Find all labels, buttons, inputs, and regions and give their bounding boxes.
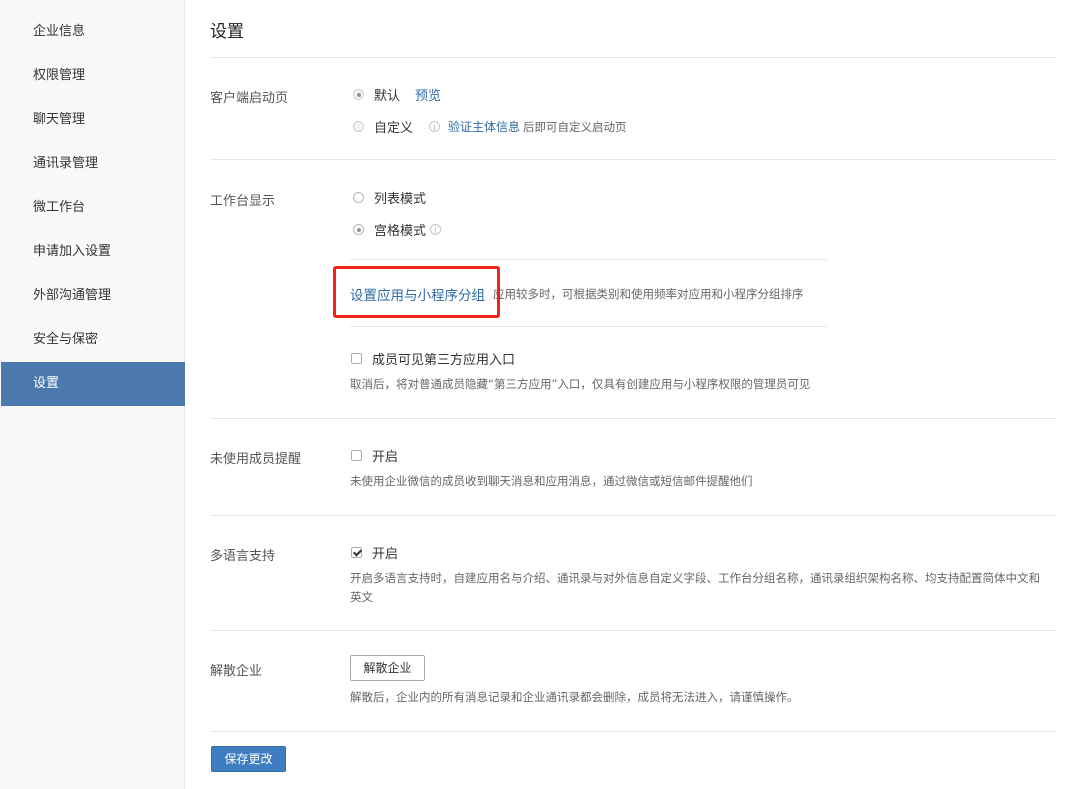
radio-list-mode-option[interactable]: 列表模式	[353, 188, 426, 207]
group-desc: 应用较多时，可根据类别和使用频率对应用和小程序分组排序	[493, 287, 804, 301]
sidebar-item-settings[interactable]: 设置	[1, 362, 185, 406]
radio-custom-option[interactable]: 自定义 i 验证主体信息 后即可自定义启动页	[353, 117, 627, 136]
sidebar-item-chat-management[interactable]: 聊天管理	[1, 98, 185, 142]
verify-suffix-text: 后即可自定义启动页	[523, 119, 627, 134]
sidebar-item-join-settings[interactable]: 申请加入设置	[1, 230, 185, 274]
multilang-checkbox[interactable]	[351, 547, 362, 558]
divider	[210, 630, 1056, 631]
multilang-enable-label: 开启	[372, 547, 399, 562]
highlight-box	[333, 266, 500, 318]
divider	[210, 731, 1056, 732]
radio-grid-mode-option[interactable]: 宫格模式 i	[353, 220, 442, 239]
custom-label: 自定义	[374, 121, 414, 136]
unused-reminder-desc: 未使用企业微信的成员收到聊天消息和应用消息，通过微信或短信邮件提醒他们	[350, 474, 753, 488]
list-mode-radio[interactable]	[353, 192, 364, 203]
multilang-desc: 开启多语言支持时，自建应用名与介绍、通讯录与对外信息自定义字段、工作台分组名称，…	[350, 571, 1040, 604]
third-party-desc: 取消后，将对普通成员隐藏“第三方应用”入口，仅具有创建应用与小程序权限的管理员可…	[350, 377, 811, 391]
divider	[210, 159, 1056, 160]
dissolve-desc: 解散后，企业内的所有消息记录和企业通讯录都会删除，成员将无法进入，请谨慎操作。	[350, 690, 799, 704]
info-icon: i	[430, 224, 442, 235]
info-icon: i	[429, 121, 441, 132]
divider	[210, 57, 1056, 58]
custom-radio[interactable]	[353, 121, 364, 132]
list-mode-label: 列表模式	[374, 192, 427, 207]
verify-entity-link[interactable]: 验证主体信息	[448, 118, 520, 135]
sidebar-item-external-communication[interactable]: 外部沟通管理	[1, 274, 185, 318]
dissolve-company-button[interactable]: 解散企业	[350, 655, 425, 681]
unused-reminder-option[interactable]: 开启	[351, 446, 398, 465]
third-party-checkbox[interactable]	[351, 353, 362, 364]
default-label: 默认	[374, 89, 401, 104]
third-party-label: 成员可见第三方应用入口	[372, 353, 516, 368]
sidebar-item-workbench[interactable]: 微工作台	[1, 186, 185, 230]
multilang-option[interactable]: 开启	[351, 543, 398, 562]
grid-mode-label: 宫格模式	[374, 224, 427, 239]
page-title: 设置	[210, 22, 244, 42]
third-party-entry-option[interactable]: 成员可见第三方应用入口	[351, 349, 515, 368]
client-startup-label: 客户端启动页	[210, 91, 289, 106]
sidebar-item-company-info[interactable]: 企业信息	[1, 10, 185, 54]
divider	[210, 418, 1056, 419]
default-radio[interactable]	[353, 89, 364, 100]
preview-link[interactable]: 预览	[415, 85, 441, 104]
divider	[210, 515, 1056, 516]
divider	[350, 326, 827, 327]
divider	[350, 259, 827, 260]
sidebar-item-permissions[interactable]: 权限管理	[1, 54, 185, 98]
unused-reminder-enable-label: 开启	[372, 450, 399, 465]
radio-default-option[interactable]: 默认 预览	[353, 85, 441, 104]
grid-mode-radio[interactable]	[353, 224, 364, 235]
sidebar: 企业信息 权限管理 聊天管理 通讯录管理 微工作台 申请加入设置 外部沟通管理 …	[0, 0, 185, 789]
dissolve-label: 解散企业	[210, 664, 263, 679]
save-changes-button[interactable]: 保存更改	[211, 746, 286, 772]
sidebar-item-contacts-management[interactable]: 通讯录管理	[1, 142, 185, 186]
workbench-display-label: 工作台显示	[210, 194, 276, 209]
sidebar-item-security[interactable]: 安全与保密	[1, 318, 185, 362]
multilang-label: 多语言支持	[210, 549, 276, 564]
main-content: 设置 客户端启动页 默认 预览 自定义 i 验证主体信息 后即可自定义启动页 工…	[210, 0, 1056, 789]
unused-reminder-label: 未使用成员提醒	[210, 452, 302, 467]
unused-reminder-checkbox[interactable]	[351, 450, 362, 461]
